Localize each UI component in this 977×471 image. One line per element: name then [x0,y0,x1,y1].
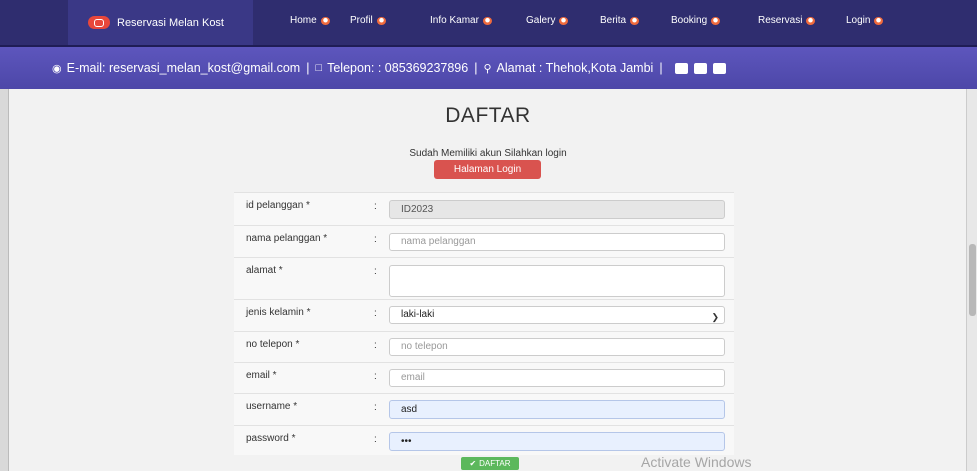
jenis-kelamin-value: laki-laki [401,309,435,320]
login-page-button[interactable]: Halaman Login [434,160,541,179]
colon: : [374,201,377,212]
daftar-submit-label: DAFTAR [479,459,511,468]
brand[interactable]: Reservasi Melan Kost [68,0,253,45]
form-row-id: id pelanggan * : ID2023 [234,192,734,225]
nav-home-label: Home [290,15,317,26]
jenis-kelamin-label: jenis kelamin * [246,307,311,318]
daftar-submit-button[interactable]: ✔ DAFTAR [461,457,519,470]
colon: : [374,234,377,245]
jenis-kelamin-select[interactable]: laki-laki ❯ [389,306,725,324]
chevron-down-icon [376,16,386,25]
colon: : [374,308,377,319]
globe-icon: ◉ [52,62,62,75]
phone-icon: □ [315,62,323,74]
scrollbar-thumb[interactable] [969,244,976,316]
nama-label: nama pelanggan * [246,233,328,244]
main-content: DAFTAR Sudah Memiliki akun Silahkan logi… [8,89,967,471]
username-label: username * [246,401,298,412]
navbar: Reservasi Melan Kost Home Profil Info Ka… [0,0,977,47]
form-row-alamat: alamat * : [234,257,734,299]
nav-berita-label: Berita [600,15,627,26]
password-field[interactable]: ••• [389,432,725,451]
register-form: id pelanggan * : ID2023 nama pelanggan *… [234,192,734,455]
nav-profil-label: Profil [350,15,373,26]
activate-windows-watermark: Activate Windows [641,454,752,470]
alamat-label: alamat * [246,265,283,276]
login-prompt: Sudah Memiliki akun Silahkan login [409,148,567,159]
colon: : [374,434,377,445]
nav-booking-label: Booking [671,15,708,26]
chevron-down-icon: ❯ [711,312,719,322]
form-row-nama: nama pelanggan * : nama pelanggan [234,225,734,257]
nav-login[interactable]: Login [846,15,884,26]
page-title: DAFTAR [445,104,531,127]
email-label: email * [246,370,277,381]
password-label: password * [246,433,296,444]
nav-booking[interactable]: Booking [671,15,721,26]
map-marker-icon: ⚲ [483,62,492,75]
brand-logo-icon [88,16,110,29]
nav-login-label: Login [846,15,871,26]
id-label: id pelanggan * [246,200,310,211]
username-field[interactable]: asd [389,400,725,419]
contact-address: Alamat : Thehok,Kota Jambi [496,61,654,75]
youtube-icon[interactable] [693,62,707,74]
scrollbar[interactable] [966,89,977,471]
form-row-email: email * : email [234,362,734,393]
facebook-icon[interactable] [674,62,688,74]
nav-profil[interactable]: Profil [350,15,386,26]
telepon-label: no telepon * [246,339,300,350]
id-field: ID2023 [389,200,725,219]
form-row-telepon: no telepon * : no telepon [234,331,734,362]
nav-galery[interactable]: Galery [526,15,569,26]
chevron-down-icon [320,16,330,25]
form-row-username: username * : asd [234,393,734,425]
email-field[interactable]: email [389,369,725,387]
separator: | [306,61,310,75]
separator: | [659,61,663,75]
nav-info-kamar[interactable]: Info Kamar [430,15,492,26]
form-row-jenis-kelamin: jenis kelamin * : laki-laki ❯ [234,299,734,331]
chevron-down-icon [482,16,492,25]
brand-name: Reservasi Melan Kost [117,16,224,29]
chevron-down-icon [806,16,816,25]
nav-galery-label: Galery [526,15,556,26]
alamat-field[interactable] [389,265,725,297]
contact-info: ◉ E-mail: reservasi_melan_kost@gmail.com… [52,61,726,75]
nama-field[interactable]: nama pelanggan [389,233,725,251]
nav-berita[interactable]: Berita [600,15,640,26]
separator: | [474,61,478,75]
nav-home[interactable]: Home [290,15,330,26]
colon: : [374,402,377,413]
colon: : [374,266,377,277]
contact-bar: ◉ E-mail: reservasi_melan_kost@gmail.com… [0,47,977,89]
form-row-password: password * : ••• [234,425,734,455]
twitter-icon[interactable] [712,62,726,74]
chevron-down-icon [874,16,884,25]
nav-info-kamar-label: Info Kamar [430,15,479,26]
telepon-field[interactable]: no telepon [389,338,725,356]
contact-phone: Telepon: : 085369237896 [327,61,469,75]
chevron-down-icon [711,16,721,25]
check-icon: ✔ [469,459,477,468]
colon: : [374,371,377,382]
contact-email: E-mail: reservasi_melan_kost@gmail.com [66,61,301,75]
chevron-down-icon [630,16,640,25]
colon: : [374,340,377,351]
chevron-down-icon [559,16,569,25]
nav-reservasi-label: Reservasi [758,15,803,26]
nav-reservasi[interactable]: Reservasi [758,15,816,26]
